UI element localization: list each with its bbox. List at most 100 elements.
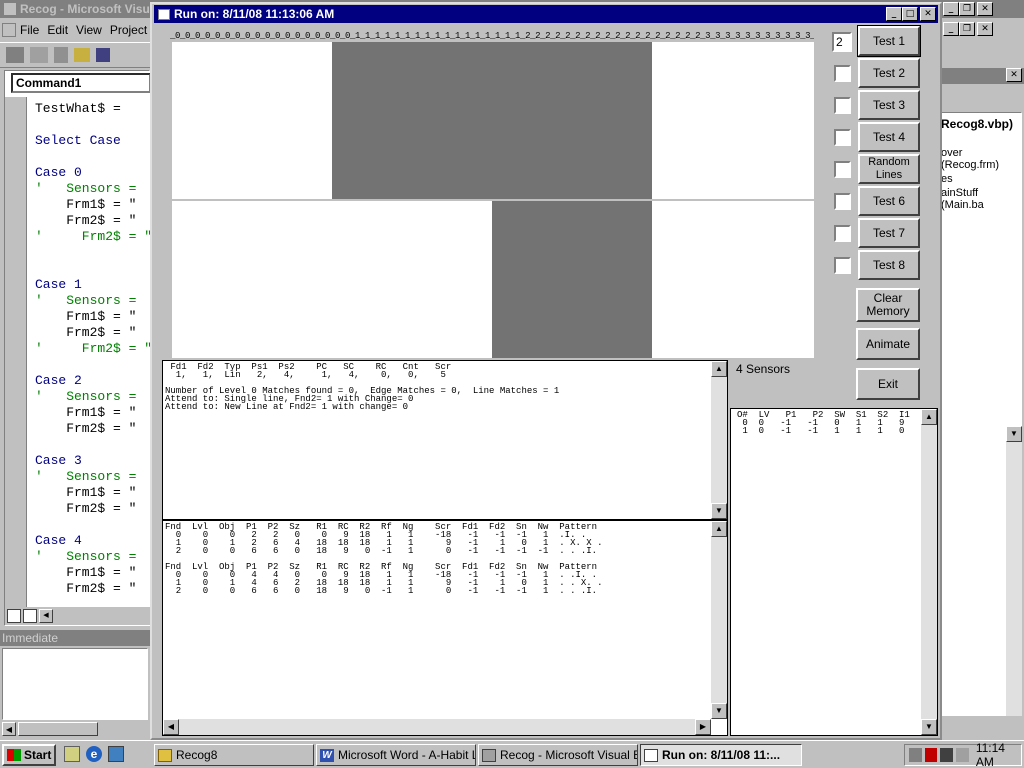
test8-checkbox[interactable]	[834, 257, 851, 274]
minimize-icon[interactable]: _	[943, 2, 959, 16]
scroll-left-icon[interactable]: ◀	[2, 722, 16, 736]
code-line[interactable]: Frm2$ = "	[35, 581, 151, 597]
code-line[interactable]: Case 4	[35, 533, 151, 549]
project-close-icon[interactable]: ✕	[1006, 68, 1022, 82]
sensor-vscroll[interactable]: ▲ ▼	[921, 409, 937, 735]
scroll-down-icon[interactable]: ▼	[711, 503, 727, 519]
analysis-output-textbox[interactable]: Fd1 Fd2 Typ Ps1 Ps2 PC SC RC Cnt Scr 1, …	[162, 360, 728, 520]
taskbar-item-run[interactable]: Run on: 8/11/08 11:...	[640, 744, 802, 766]
menu-edit[interactable]: Edit	[47, 23, 68, 37]
pattern-output-textbox[interactable]: Fnd Lvl Obj P1 P2 Sz R1 RC R2 Rf Ng Scr …	[162, 520, 728, 736]
code-line[interactable]: ' Sensors =	[35, 469, 151, 485]
test4-button[interactable]: Test 4	[858, 122, 920, 152]
menu-view[interactable]: View	[76, 23, 102, 37]
add-form-icon[interactable]	[30, 47, 48, 63]
project-node[interactable]: es	[941, 173, 1021, 185]
output-vscroll[interactable]: ▲ ▼	[711, 361, 727, 519]
close-icon[interactable]: ✕	[977, 2, 993, 16]
project-vscroll[interactable]: ▼	[1006, 426, 1022, 716]
test7-button[interactable]: Test 7	[858, 218, 920, 248]
code-line[interactable]: Frm1$ = "	[35, 565, 151, 581]
test3-checkbox[interactable]	[834, 97, 851, 114]
code-line[interactable]	[35, 149, 151, 165]
scroll-thumb[interactable]	[18, 722, 98, 736]
code-line[interactable]: ' Sensors =	[35, 389, 151, 405]
test4-checkbox[interactable]	[834, 129, 851, 146]
random-lines-checkbox[interactable]	[834, 161, 851, 178]
scroll-right-icon[interactable]: ▶	[695, 719, 711, 735]
scroll-down-icon[interactable]: ▼	[921, 719, 937, 735]
code-line[interactable]: Frm2$ = "	[35, 501, 151, 517]
code-line[interactable]: ' Frm2$ = "	[35, 341, 151, 357]
mdi-close-icon[interactable]: ✕	[977, 22, 993, 36]
code-line[interactable]: Frm1$ = "	[35, 405, 151, 421]
code-line[interactable]: Frm1$ = "	[35, 197, 151, 213]
code-line[interactable]: Case 0	[35, 165, 151, 181]
maximize-icon[interactable]: □	[902, 7, 918, 21]
tray-acrobat-icon[interactable]	[924, 748, 938, 762]
immediate-textarea[interactable]	[2, 648, 148, 720]
minimize-icon[interactable]: _	[886, 7, 902, 21]
tray-network-icon[interactable]	[940, 748, 954, 762]
code-line[interactable]: ' Sensors =	[35, 181, 151, 197]
sensor-table-textbox[interactable]: O# LV P1 P2 SW S1 S2 I1 I2 0 0 -1 -1 0 1…	[730, 408, 938, 736]
code-line[interactable]: Case 3	[35, 453, 151, 469]
scroll-left-icon[interactable]: ◀	[163, 719, 179, 735]
pattern-hscroll[interactable]: ◀ ▶	[163, 719, 711, 735]
taskbar-item-recog8[interactable]: Recog8	[154, 744, 314, 766]
taskbar-item-word[interactable]: W Microsoft Word - A-Habit L...	[316, 744, 476, 766]
menu-project[interactable]: Project	[110, 23, 147, 37]
code-line[interactable]	[35, 245, 151, 261]
exit-button[interactable]: Exit	[856, 368, 920, 400]
code-line[interactable]: TestWhat$ =	[35, 101, 151, 117]
scroll-up-icon[interactable]: ▲	[711, 361, 727, 377]
procedure-view-icon[interactable]	[7, 609, 21, 623]
taskbar-item-vb[interactable]: Recog - Microsoft Visual B...	[478, 744, 638, 766]
scroll-up-icon[interactable]: ▲	[921, 409, 937, 425]
project-node[interactable]: Recog8.vbp)	[941, 117, 1021, 131]
code-line[interactable]: ' Sensors =	[35, 549, 151, 565]
code-hscroll-left[interactable]: ◀	[39, 609, 53, 623]
immediate-titlebar[interactable]: Immediate	[0, 630, 150, 646]
scroll-up-icon[interactable]: ▲	[711, 521, 727, 537]
code-line[interactable]	[35, 117, 151, 133]
run-window-titlebar[interactable]: Run on: 8/11/08 11:13:06 AM	[154, 5, 938, 23]
open-folder-icon[interactable]	[74, 48, 90, 62]
tray-volume-icon[interactable]	[956, 748, 969, 762]
close-icon[interactable]: ✕	[920, 7, 936, 21]
code-line[interactable]: Frm2$ = "	[35, 421, 151, 437]
add-project-icon[interactable]	[6, 47, 24, 63]
test6-button[interactable]: Test 6	[858, 186, 920, 216]
code-line[interactable]	[35, 357, 151, 373]
code-line[interactable]	[35, 517, 151, 533]
save-icon[interactable]	[96, 48, 110, 62]
mdi-restore-icon[interactable]: ❐	[959, 22, 975, 36]
code-line[interactable]: Frm1$ = "	[35, 485, 151, 501]
project-node[interactable]: ainStuff (Main.ba	[941, 187, 1021, 211]
test6-checkbox[interactable]	[834, 193, 851, 210]
random-lines-button[interactable]: Random Lines	[858, 154, 920, 184]
pattern-vscroll[interactable]: ▲ ▼	[711, 521, 727, 719]
test-number-textbox[interactable]: 2	[832, 32, 852, 52]
code-editor[interactable]: TestWhat$ = Select Case Case 0 ' Sensors = …	[35, 101, 151, 611]
code-line[interactable]: Case 2	[35, 373, 151, 389]
clock[interactable]: 11:14 AM	[976, 741, 1021, 768]
code-line[interactable]	[35, 261, 151, 277]
test3-button[interactable]: Test 3	[858, 90, 920, 120]
clear-memory-button[interactable]: Clear Memory	[856, 288, 920, 322]
scroll-down-icon[interactable]: ▼	[1006, 426, 1022, 442]
test7-checkbox[interactable]	[834, 225, 851, 242]
test1-button[interactable]: Test 1	[857, 25, 921, 57]
tray-app-icon[interactable]	[909, 748, 922, 762]
test2-checkbox[interactable]	[834, 65, 851, 82]
code-line[interactable]: ' Sensors =	[35, 293, 151, 309]
code-line[interactable]: Case 1	[35, 277, 151, 293]
animate-button[interactable]: Animate	[856, 328, 920, 360]
test8-button[interactable]: Test 8	[858, 250, 920, 280]
project-node[interactable]: over (Recog.frm)	[941, 147, 1021, 171]
restore-icon[interactable]: ❐	[959, 2, 975, 16]
outlook-express-icon[interactable]	[64, 746, 80, 762]
code-line[interactable]: Select Case	[35, 133, 151, 149]
scroll-down-icon[interactable]: ▼	[711, 703, 727, 719]
code-line[interactable]: Frm2$ = "	[35, 213, 151, 229]
